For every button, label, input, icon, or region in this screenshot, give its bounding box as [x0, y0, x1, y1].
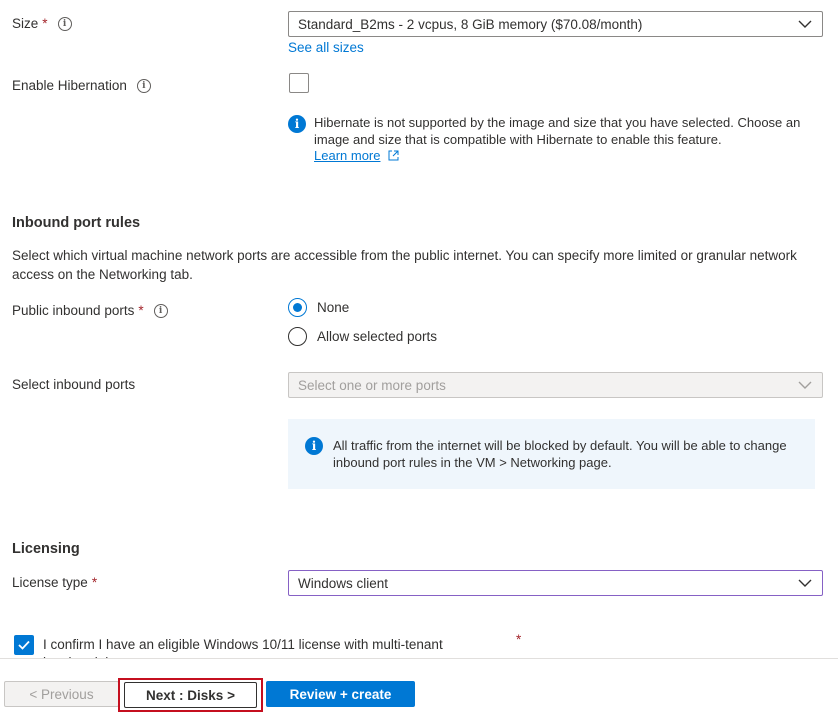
info-icon[interactable]: i — [136, 78, 151, 93]
license-type-value: Windows client — [298, 575, 389, 591]
select-inbound-label: Select inbound ports — [12, 377, 136, 392]
hibernation-checkbox[interactable] — [289, 73, 309, 93]
learn-more-link[interactable]: Learn more — [314, 148, 380, 163]
info-filled-icon: i — [288, 115, 306, 133]
next-disks-button[interactable]: Next : Disks > — [124, 682, 257, 708]
info-icon[interactable]: i — [153, 303, 168, 318]
hibernation-label: Enable Hibernation i — [12, 78, 151, 93]
chevron-down-icon — [798, 381, 812, 389]
license-type-label: License type * — [12, 575, 98, 590]
see-all-sizes-link[interactable]: See all sizes — [288, 40, 364, 55]
chevron-down-icon — [798, 20, 812, 28]
previous-button[interactable]: < Previous — [4, 681, 119, 707]
chevron-down-icon — [798, 579, 812, 587]
required-asterisk: * — [91, 575, 98, 590]
required-asterisk: * — [516, 632, 522, 647]
size-label: Size * i — [12, 16, 72, 31]
required-asterisk: * — [42, 16, 48, 31]
size-dropdown[interactable]: Standard_B2ms - 2 vcpus, 8 GiB memory ($… — [288, 11, 823, 37]
inbound-info-text: All traffic from the internet will be bl… — [333, 438, 787, 470]
public-inbound-label: Public inbound ports * i — [12, 303, 168, 318]
inbound-section-title: Inbound port rules — [12, 215, 141, 231]
required-asterisk: * — [138, 303, 144, 318]
license-confirm-row: I confirm I have an eligible Windows 10/… — [0, 630, 838, 658]
size-dropdown-value: Standard_B2ms - 2 vcpus, 8 GiB memory ($… — [298, 16, 643, 32]
license-confirm-checkbox[interactable] — [14, 635, 34, 655]
external-link-icon — [388, 150, 399, 161]
license-type-dropdown[interactable]: Windows client — [288, 570, 823, 596]
radio-button[interactable] — [288, 298, 307, 317]
checkmark-icon — [18, 640, 30, 650]
info-icon[interactable]: i — [57, 16, 72, 31]
radio-button[interactable] — [288, 327, 307, 346]
inbound-description: Select which virtual machine network por… — [12, 248, 797, 282]
info-filled-icon: i — [305, 437, 323, 455]
radio-allow-selected-ports[interactable]: Allow selected ports — [288, 327, 437, 346]
license-confirm-text: I confirm I have an eligible Windows 10/… — [43, 637, 443, 658]
select-inbound-ports-dropdown[interactable]: Select one or more ports — [288, 372, 823, 398]
hibernation-note: Hibernate is not supported by the image … — [314, 115, 801, 163]
licensing-section-title: Licensing — [12, 541, 80, 557]
radio-label: None — [317, 300, 350, 315]
radio-label: Allow selected ports — [317, 329, 438, 344]
review-create-button[interactable]: Review + create — [266, 681, 415, 707]
select-inbound-placeholder: Select one or more ports — [298, 377, 446, 393]
radio-none[interactable]: None — [288, 298, 349, 317]
